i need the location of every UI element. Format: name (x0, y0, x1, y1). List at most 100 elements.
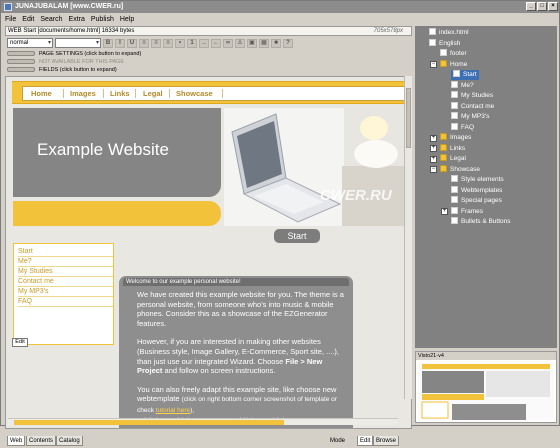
tab-edit[interactable]: Edit (357, 436, 374, 446)
expand-button[interactable] (7, 51, 35, 56)
tree-node[interactable]: English (429, 38, 460, 49)
tree-node[interactable]: My Studies (451, 91, 493, 101)
app-icon (4, 3, 12, 11)
side-menu-item[interactable]: Me? (18, 257, 113, 267)
nav-legal[interactable]: Legal (143, 87, 163, 100)
tree-node[interactable]: Frames (451, 206, 483, 217)
maximize-button[interactable]: □ (537, 2, 547, 11)
menu-file[interactable]: File (5, 16, 16, 23)
tree-node[interactable]: Special pages (451, 196, 502, 206)
expander-label: NOT AVAILABLE FOR THIS PAGE (39, 59, 125, 65)
tree-node[interactable]: My MP3's (451, 112, 489, 122)
tree-node-label: FAQ (461, 123, 475, 131)
expander-label: PAGE SETTINGS (click button to expand) (39, 51, 142, 57)
page-icon (451, 91, 458, 98)
link-icon[interactable]: ∞ (223, 38, 233, 48)
nav-showcase[interactable]: Showcase (176, 87, 213, 100)
file-info-bar: WEB Start [documents/home.html] 16334 by… (5, 26, 412, 36)
image-icon[interactable]: ▣ (247, 38, 257, 48)
edit-marker[interactable]: Edit (12, 338, 28, 347)
tab-catalog[interactable]: Catalog (56, 436, 83, 446)
template-preview[interactable]: Visto21-v4 (415, 351, 557, 423)
tree-node[interactable]: Me? (451, 80, 474, 91)
page-icon (451, 112, 458, 119)
tree-node[interactable]: Contact me (451, 101, 494, 112)
mode-label: Mode (330, 438, 346, 444)
font-select[interactable] (55, 38, 101, 48)
preview-caption: Visto21-v4 (416, 352, 556, 360)
close-button[interactable]: × (548, 2, 558, 11)
minimize-button[interactable]: _ (526, 2, 536, 11)
start-button[interactable]: Start (274, 229, 320, 243)
align-left-icon[interactable]: ≡ (139, 38, 149, 48)
scroll-thumb[interactable] (406, 88, 411, 148)
folder-icon (440, 133, 447, 140)
tab-contents[interactable]: Contents (26, 436, 57, 446)
tree-node[interactable]: index.html (429, 28, 469, 38)
content-body: We have created this example website for… (137, 290, 345, 428)
tree-expander-icon[interactable]: + (441, 208, 448, 215)
nav-links[interactable]: Links (110, 87, 130, 100)
italic-icon[interactable]: I (115, 38, 125, 48)
tree-expander-icon[interactable]: + (430, 155, 437, 163)
align-right-icon[interactable]: ≡ (163, 38, 173, 48)
style-select[interactable]: normal (7, 38, 53, 48)
tutorial-link[interactable]: tutorial here (156, 407, 190, 414)
menu-publish[interactable]: Publish (91, 16, 114, 23)
tree-node[interactable]: Bullets & Buttons (451, 217, 511, 227)
tree-expander-icon[interactable]: − (430, 61, 437, 68)
table-icon[interactable]: ▦ (259, 38, 269, 48)
vertical-scrollbar[interactable] (404, 76, 412, 399)
side-menu-item[interactable]: My MP3's (18, 287, 113, 297)
nav-separator (63, 89, 64, 98)
horizontal-scrollbar[interactable] (8, 418, 398, 425)
tree-node[interactable]: Links (440, 143, 465, 154)
tab-web[interactable]: Web (7, 436, 26, 446)
page-settings-expander[interactable]: PAGE SETTINGS (click button to expand) (5, 50, 412, 58)
tree-node[interactable]: Legal (440, 154, 466, 164)
color-icon[interactable]: ■ (271, 38, 281, 48)
nav-images[interactable]: Images (70, 87, 96, 100)
file-info: WEB Start [documents/home.html] 16334 by… (8, 28, 135, 34)
help-icon[interactable]: ? (283, 38, 293, 48)
page-icon (451, 122, 458, 130)
expand-button[interactable] (7, 67, 35, 72)
bullet-list-icon[interactable]: • (175, 38, 185, 48)
content-box[interactable]: Welcome to our example personal website!… (119, 276, 353, 428)
menu-search[interactable]: Search (40, 16, 62, 23)
menu-extra[interactable]: Extra (69, 16, 85, 23)
tree-node-label: index.html (439, 29, 469, 36)
align-center-icon[interactable]: ≡ (151, 38, 161, 48)
tree-node-label: Showcase (450, 165, 480, 173)
tree-expander-icon[interactable]: − (430, 166, 437, 173)
tree-node[interactable]: Start (451, 70, 479, 80)
menu-edit[interactable]: Edit (22, 16, 34, 23)
tab-browse[interactable]: Browse (373, 436, 400, 446)
side-menu-item[interactable]: FAQ (18, 297, 113, 307)
side-menu-item[interactable]: My Studies (18, 267, 113, 277)
menu-help[interactable]: Help (120, 16, 134, 23)
side-menu-item[interactable]: Contact me (18, 277, 113, 287)
scroll-thumb[interactable] (14, 420, 284, 425)
preview-thumbnail[interactable] (418, 362, 554, 420)
numbered-list-icon[interactable]: 1 (187, 38, 197, 48)
bold-icon[interactable]: B (103, 38, 113, 48)
indent-icon[interactable]: → (199, 38, 209, 48)
page-canvas[interactable]: Home Images Links Legal Showcase Example… (5, 76, 412, 429)
outdent-icon[interactable]: ← (211, 38, 221, 48)
bottom-tabs: Web Contents Catalog Mode Edit Browse (5, 434, 412, 448)
tree-node[interactable]: Webtemplates (451, 185, 502, 196)
underline-icon[interactable]: U (127, 38, 137, 48)
tree-node[interactable]: footer (440, 49, 467, 59)
tree-expander-icon[interactable]: + (430, 134, 437, 142)
tree-expander-icon[interactable]: + (430, 145, 437, 152)
tree-node[interactable]: Showcase (440, 164, 480, 175)
fields-expander[interactable]: FIELDS (click button to expand) (5, 66, 412, 74)
nav-home[interactable]: Home (31, 87, 52, 100)
tree-node[interactable]: Home (440, 59, 467, 70)
tree-node[interactable]: Style elements (451, 175, 504, 185)
tree-node[interactable]: Images (440, 133, 471, 143)
anchor-icon[interactable]: ⚓ (235, 38, 245, 48)
tree-node[interactable]: FAQ (451, 122, 475, 133)
side-menu-item[interactable]: Start (18, 247, 113, 257)
